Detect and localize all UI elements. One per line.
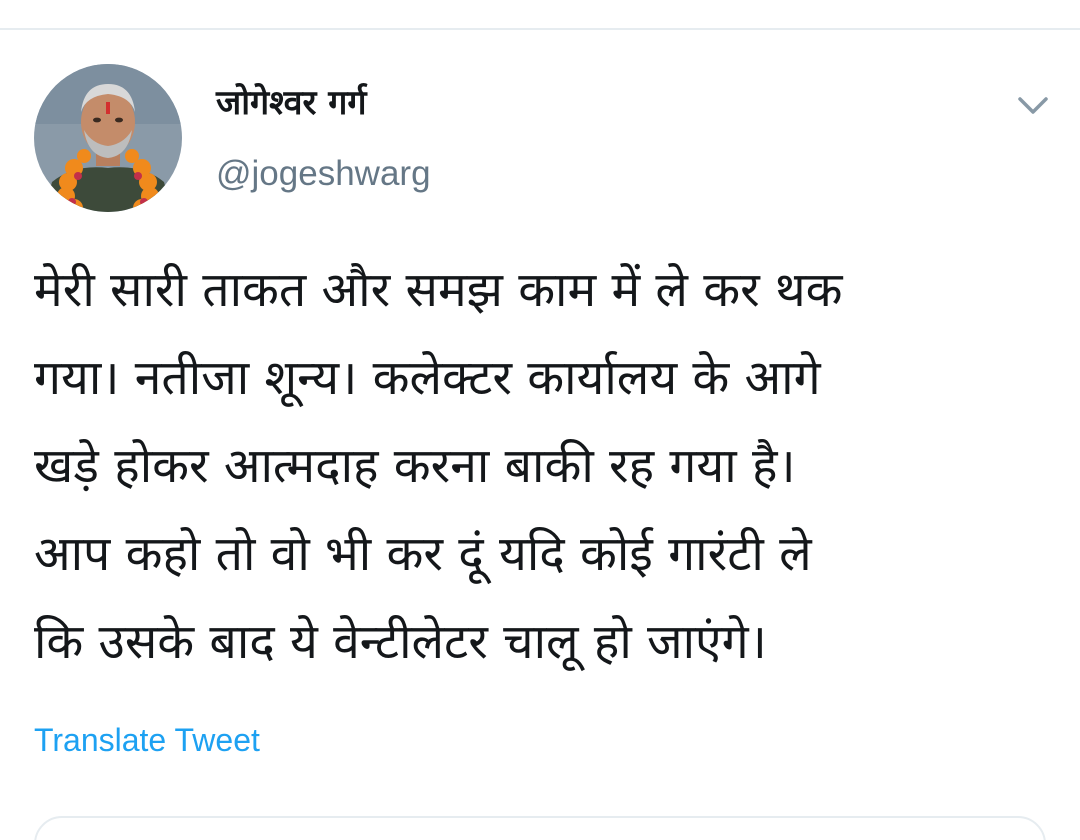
tweet-page: जोगेश्वर गर्ग @jogeshwarg मेरी सारी ताकत… xyxy=(0,0,1080,840)
author-handle[interactable]: @jogeshwarg xyxy=(216,154,431,194)
translate-tweet-link[interactable]: Translate Tweet xyxy=(34,722,260,759)
avatar-image xyxy=(34,64,182,212)
author-display-name[interactable]: जोगेश्वर गर्ग xyxy=(216,78,367,124)
top-divider xyxy=(0,28,1080,30)
chevron-down-icon[interactable] xyxy=(1012,88,1054,122)
next-card-edge xyxy=(34,816,1046,840)
author-avatar[interactable] xyxy=(34,64,182,212)
tweet-text: मेरी सारी ताकत और समझ काम में ले कर थक ग… xyxy=(34,262,843,670)
